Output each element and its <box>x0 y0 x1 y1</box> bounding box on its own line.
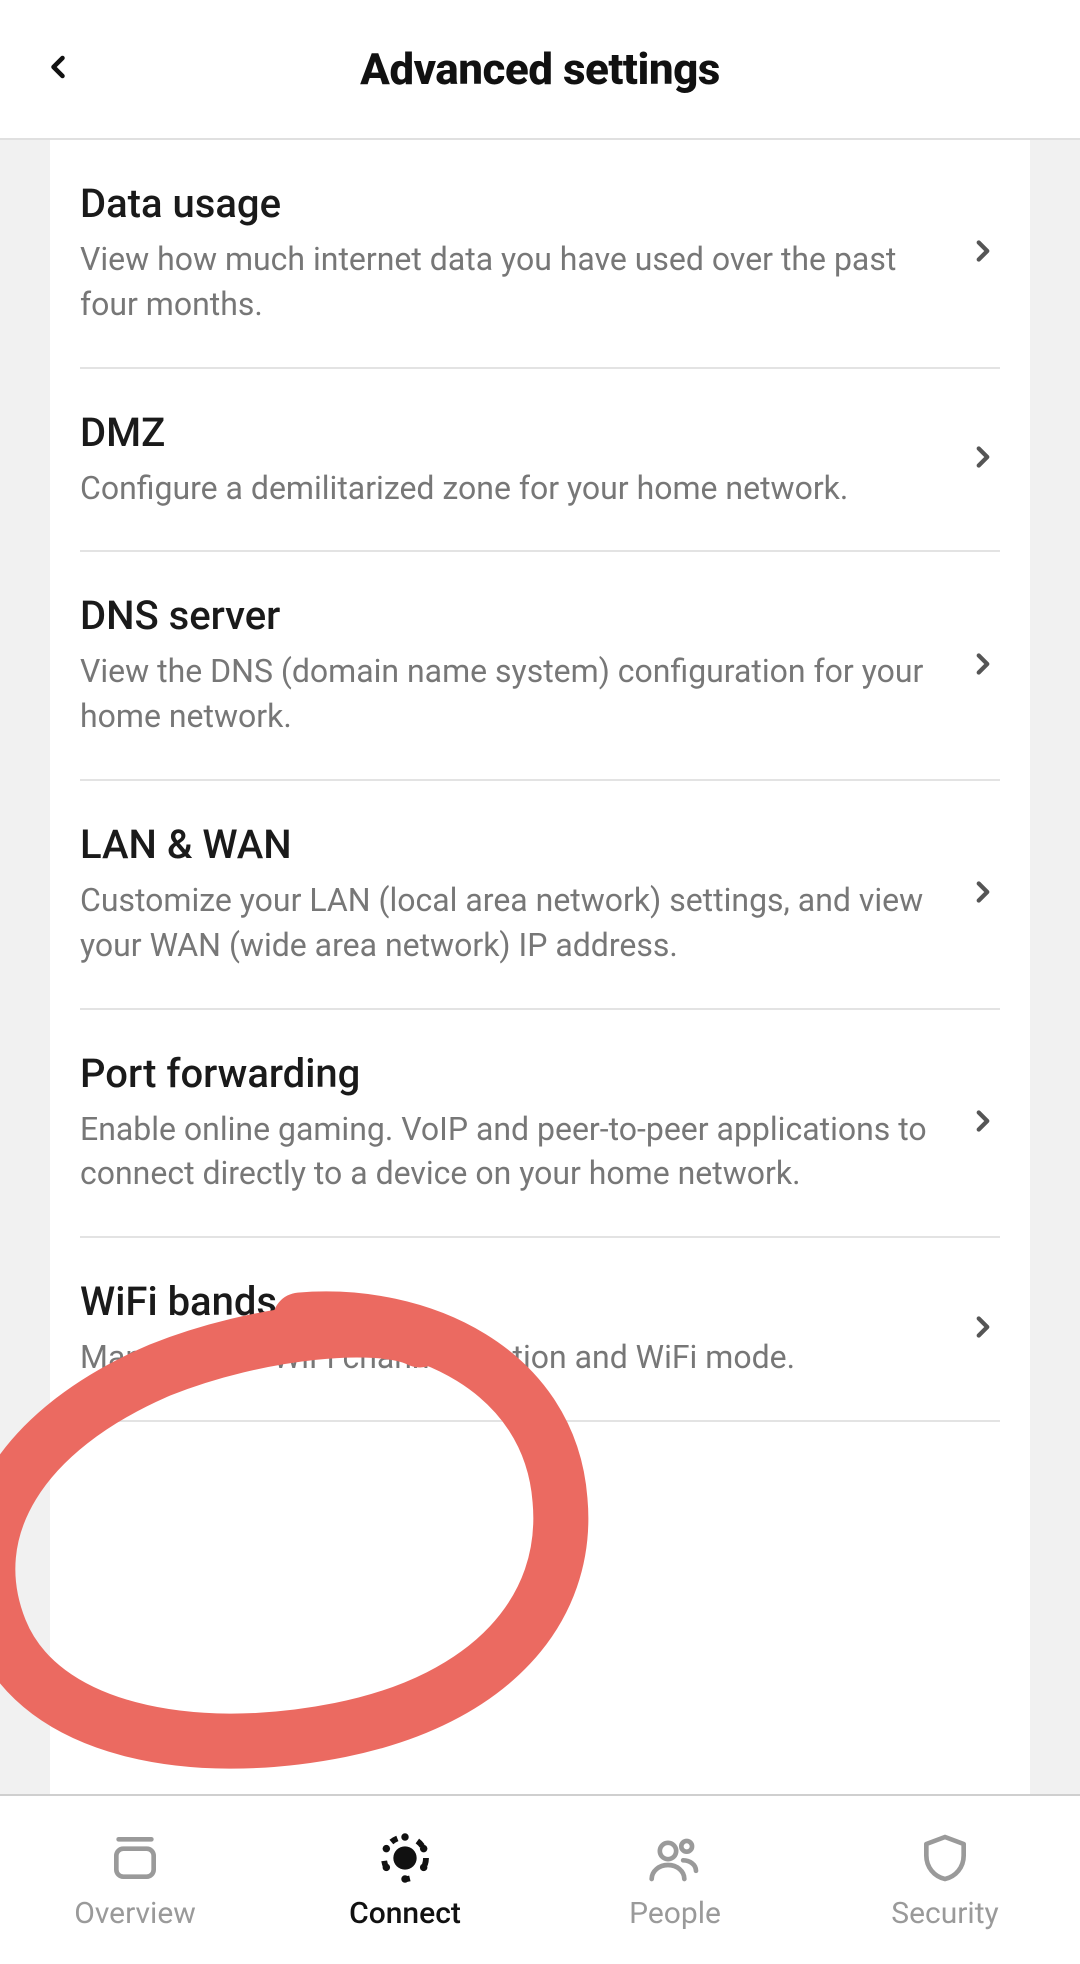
connect-icon <box>377 1830 433 1886</box>
content-area: Data usage View how much internet data y… <box>0 140 1080 1794</box>
row-title: WiFi bands <box>80 1278 936 1325</box>
settings-card: Data usage View how much internet data y… <box>50 140 1030 1794</box>
row-text: LAN & WAN Customize your LAN (local area… <box>80 821 966 968</box>
row-lan-wan[interactable]: LAN & WAN Customize your LAN (local area… <box>50 781 1030 1008</box>
nav-security[interactable]: Security <box>810 1796 1080 1964</box>
chevron-right-icon <box>966 647 1000 685</box>
back-button[interactable] <box>40 49 76 89</box>
bottom-nav: Overview Connect People Security <box>0 1794 1080 1964</box>
row-text: WiFi bands Manage your WiFi channel sect… <box>80 1278 966 1380</box>
chevron-right-icon <box>966 440 1000 478</box>
header-bar: Advanced settings <box>0 0 1080 140</box>
chevron-right-icon <box>966 1310 1000 1348</box>
page-title: Advanced settings <box>30 43 1050 95</box>
nav-label: Connect <box>349 1896 461 1931</box>
nav-people[interactable]: People <box>540 1796 810 1964</box>
nav-connect[interactable]: Connect <box>270 1796 540 1964</box>
chevron-right-icon <box>966 1104 1000 1142</box>
row-desc: Enable online gaming. VoIP and peer-to-p… <box>80 1107 936 1197</box>
overview-icon <box>107 1830 163 1886</box>
people-icon <box>647 1830 703 1886</box>
row-desc: Configure a demilitarized zone for your … <box>80 466 936 511</box>
row-dns-server[interactable]: DNS server View the DNS (domain name sys… <box>50 552 1030 779</box>
chevron-right-icon <box>966 875 1000 913</box>
row-title: Data usage <box>80 180 936 227</box>
nav-label: Security <box>891 1896 998 1931</box>
shield-icon <box>917 1830 973 1886</box>
row-wifi-bands[interactable]: WiFi bands Manage your WiFi channel sect… <box>50 1238 1030 1420</box>
row-title: Port forwarding <box>80 1050 936 1097</box>
row-text: DMZ Configure a demilitarized zone for y… <box>80 409 966 511</box>
divider <box>80 1420 1000 1422</box>
row-data-usage[interactable]: Data usage View how much internet data y… <box>50 140 1030 367</box>
row-text: Port forwarding Enable online gaming. Vo… <box>80 1050 966 1197</box>
row-title: DNS server <box>80 592 936 639</box>
row-text: DNS server View the DNS (domain name sys… <box>80 592 966 739</box>
row-desc: Manage your WiFi channel section and WiF… <box>80 1335 936 1380</box>
row-title: DMZ <box>80 409 936 456</box>
chevron-left-icon <box>40 49 76 85</box>
row-desc: View the DNS (domain name system) config… <box>80 649 936 739</box>
nav-overview[interactable]: Overview <box>0 1796 270 1964</box>
row-text: Data usage View how much internet data y… <box>80 180 966 327</box>
row-desc: View how much internet data you have use… <box>80 237 936 327</box>
row-dmz[interactable]: DMZ Configure a demilitarized zone for y… <box>50 369 1030 551</box>
row-desc: Customize your LAN (local area network) … <box>80 878 936 968</box>
row-title: LAN & WAN <box>80 821 936 868</box>
nav-label: Overview <box>74 1896 196 1931</box>
row-port-forwarding[interactable]: Port forwarding Enable online gaming. Vo… <box>50 1010 1030 1237</box>
nav-label: People <box>629 1896 721 1931</box>
chevron-right-icon <box>966 234 1000 272</box>
